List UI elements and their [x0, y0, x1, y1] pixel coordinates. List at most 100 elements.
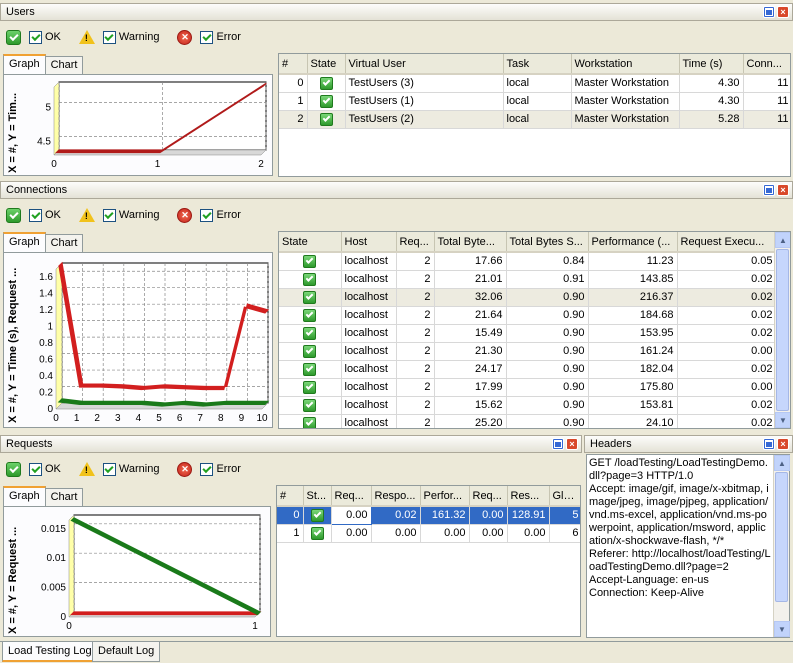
- close-icon[interactable]: ×: [777, 184, 789, 196]
- maximize-icon[interactable]: [552, 438, 564, 450]
- x-tick-label: 2: [94, 413, 100, 424]
- connections-table: State Host Req... Total Byte... Total Bytes …: [278, 231, 791, 429]
- table-cell: 143.85: [588, 270, 678, 289]
- column-header[interactable]: Glo...: [549, 486, 580, 507]
- close-icon[interactable]: ×: [777, 438, 789, 450]
- ok-state-icon: [303, 308, 317, 322]
- column-header[interactable]: Perfor...: [420, 486, 470, 507]
- connections-panel-title: Connections ×: [0, 181, 793, 199]
- column-header[interactable]: St...: [303, 486, 332, 507]
- ok-checkbox[interactable]: [29, 462, 42, 476]
- ok-state-icon: [303, 254, 317, 268]
- tab-chart[interactable]: Chart: [44, 488, 84, 506]
- tab-graph[interactable]: Graph: [3, 232, 46, 252]
- ok-checkbox[interactable]: [29, 30, 42, 44]
- column-header[interactable]: Req...: [396, 232, 435, 253]
- table-row[interactable]: 1 0.00 0.00 0.00 0.00 0.00 6: [277, 524, 580, 543]
- scroll-thumb[interactable]: [775, 472, 788, 602]
- table-row[interactable]: localhost 2 17.99 0.90 175.80 0.00: [279, 378, 777, 397]
- maximize-icon[interactable]: [763, 184, 775, 196]
- column-header[interactable]: Total Bytes S...: [506, 232, 589, 253]
- table-cell: 153.95: [588, 324, 678, 343]
- scroll-down-icon[interactable]: ▼: [774, 621, 790, 637]
- column-header[interactable]: Performance (...: [588, 232, 678, 253]
- ok-label: OK: [45, 31, 61, 43]
- table-row[interactable]: localhost 2 15.62 0.90 153.81 0.02: [279, 396, 777, 415]
- column-header[interactable]: Conn...: [743, 54, 790, 75]
- maximize-icon[interactable]: [763, 438, 775, 450]
- tab-chart[interactable]: Chart: [44, 234, 84, 252]
- data-point: [205, 386, 207, 388]
- y-tick-label: 1.6: [39, 272, 53, 283]
- table-row[interactable]: 2 TestUsers (2) local Master Workstation 5.2…: [279, 110, 790, 129]
- data-point: [123, 384, 125, 386]
- data-point: [73, 517, 75, 519]
- table-row[interactable]: 1 TestUsers (1) local Master Workstation 4.3…: [279, 92, 790, 111]
- column-header[interactable]: Respo...: [371, 486, 421, 507]
- column-header[interactable]: #: [277, 486, 304, 507]
- warning-checkbox[interactable]: [102, 30, 116, 44]
- table-cell: 17.66: [434, 252, 507, 271]
- column-header[interactable]: Req...: [331, 486, 372, 507]
- table-row[interactable]: localhost 2 15.49 0.90 153.95 0.02: [279, 324, 777, 343]
- ok-checkbox[interactable]: [29, 208, 42, 222]
- maximize-icon[interactable]: [763, 6, 775, 18]
- table-cell: 2: [396, 288, 435, 307]
- column-header[interactable]: Total Byte...: [434, 232, 507, 253]
- table-row[interactable]: localhost 2 32.06 0.90 216.37 0.02: [279, 288, 777, 307]
- scroll-thumb[interactable]: [776, 249, 789, 411]
- table-cell: 2: [396, 414, 435, 428]
- series-line: [70, 611, 262, 616]
- data-point: [102, 383, 104, 385]
- state-cell: [279, 288, 342, 307]
- warning-checkbox[interactable]: [102, 462, 116, 476]
- column-header[interactable]: Workstation: [571, 54, 680, 75]
- column-header[interactable]: Req...: [469, 486, 508, 507]
- table-cell: TestUsers (3): [345, 74, 504, 93]
- ok-state-icon: [303, 272, 317, 286]
- error-checkbox[interactable]: [200, 208, 214, 222]
- headers-textbox[interactable]: GET /loadTesting/LoadTestingDemo.dll?pag…: [586, 454, 790, 638]
- column-header[interactable]: State: [279, 232, 342, 253]
- column-header[interactable]: State: [307, 54, 346, 75]
- side-wall: [53, 81, 60, 156]
- error-checkbox[interactable]: [200, 462, 214, 476]
- tab-default-log[interactable]: Default Log: [92, 642, 161, 662]
- table-row[interactable]: localhost 2 24.17 0.90 182.04 0.02: [279, 360, 777, 379]
- table-row[interactable]: localhost 2 25.20 0.90 24.10 0.02: [279, 414, 777, 428]
- tab-chart[interactable]: Chart: [44, 56, 84, 74]
- tab-graph[interactable]: Graph: [3, 54, 46, 74]
- column-header[interactable]: Virtual User: [345, 54, 504, 75]
- column-header[interactable]: #: [279, 54, 308, 75]
- table-row[interactable]: localhost 2 21.64 0.90 184.68 0.02: [279, 306, 777, 325]
- ok-state-icon: [310, 526, 324, 540]
- table-cell: 0.02: [677, 306, 777, 325]
- headers-scrollbar[interactable]: ▲ ▼: [773, 455, 790, 637]
- table-row[interactable]: localhost 2 21.01 0.91 143.85 0.02: [279, 270, 777, 289]
- table-row[interactable]: localhost 2 21.30 0.90 161.24 0.00: [279, 342, 777, 361]
- tab-load-testing-log[interactable]: Load Testing Log: [2, 642, 98, 662]
- column-header[interactable]: Time (s): [679, 54, 744, 75]
- state-cell: [303, 506, 332, 525]
- data-point: [267, 400, 269, 402]
- scroll-up-icon[interactable]: ▲: [775, 232, 790, 248]
- column-header[interactable]: Res...: [507, 486, 550, 507]
- connections-scrollbar[interactable]: ▲ ▼: [774, 232, 790, 428]
- error-icon: ✕: [177, 461, 193, 477]
- tab-graph[interactable]: Graph: [3, 486, 46, 506]
- x-tick-label: 3: [115, 413, 121, 424]
- warning-checkbox[interactable]: [102, 208, 116, 222]
- column-header[interactable]: Host: [341, 232, 397, 253]
- column-header[interactable]: Task: [503, 54, 572, 75]
- table-cell: Master Workstation: [571, 74, 680, 93]
- column-header[interactable]: Request Execu...: [677, 232, 777, 253]
- table-cell: localhost: [341, 378, 397, 397]
- table-row[interactable]: 0 TestUsers (3) local Master Workstation 4.3…: [279, 74, 790, 93]
- scroll-up-icon[interactable]: ▲: [774, 455, 790, 471]
- table-row[interactable]: 0 0.00 0.02 161.32 0.00 128.91 5: [277, 505, 580, 525]
- error-checkbox[interactable]: [200, 30, 214, 44]
- table-row[interactable]: localhost 2 17.66 0.84 11.23 0.05: [279, 252, 777, 271]
- scroll-down-icon[interactable]: ▼: [775, 412, 790, 428]
- close-icon[interactable]: ×: [777, 6, 789, 18]
- close-icon[interactable]: ×: [566, 438, 578, 450]
